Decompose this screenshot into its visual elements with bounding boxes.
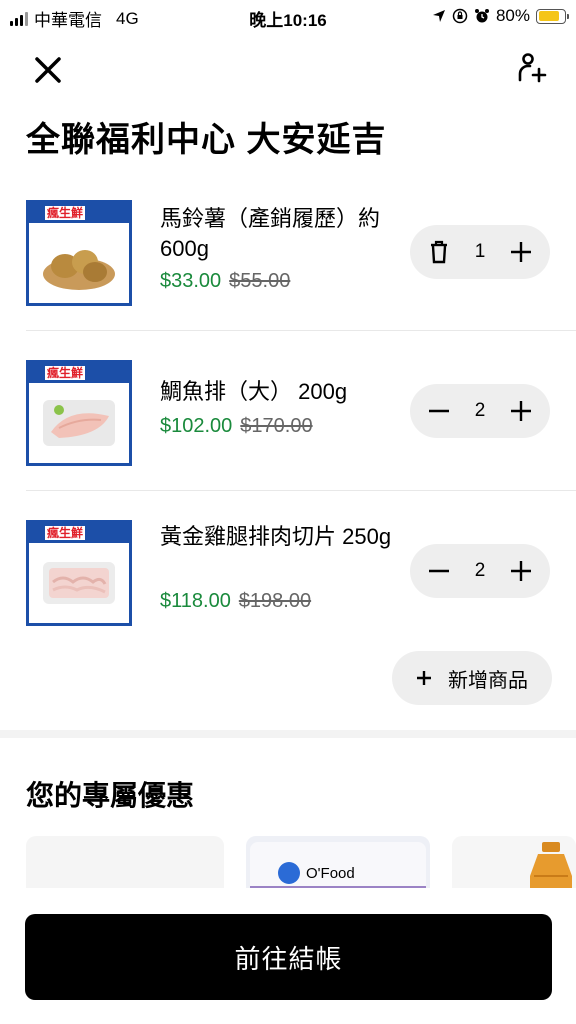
original-price: $55.00: [229, 270, 291, 292]
section-separator: [0, 730, 576, 738]
add-user-button[interactable]: [514, 50, 550, 86]
alarm-icon: [474, 9, 489, 23]
sale-price: $102.00: [160, 415, 233, 437]
item-name: 馬鈴薯（產銷履歷）約600g: [160, 206, 381, 261]
product-image[interactable]: 瘋生鮮: [26, 200, 132, 306]
close-icon: [35, 57, 61, 83]
sale-price: $33.00: [160, 270, 222, 292]
promo-badge: 瘋生鮮: [29, 523, 129, 543]
original-price: $170.00: [240, 415, 313, 437]
increase-button[interactable]: [506, 237, 536, 267]
item-price-row: $118.00 $198.00: [160, 590, 311, 613]
trash-icon: [431, 240, 447, 264]
add-item-label: 新增商品: [448, 669, 528, 692]
promo-badge: 瘋生鮮: [29, 203, 129, 223]
offers-title: 您的專屬優惠: [26, 780, 195, 811]
sale-price: $118.00: [160, 590, 231, 612]
battery-percent: 80%: [495, 6, 530, 25]
chicken-image: [43, 562, 115, 604]
promo-badge: 瘋生鮮: [29, 363, 129, 383]
potato-image: [43, 250, 115, 290]
divider: [26, 490, 576, 491]
delete-button[interactable]: [424, 237, 454, 267]
plus-icon: [510, 561, 531, 581]
increase-button[interactable]: [506, 556, 536, 586]
item-price-row: $102.00 $170.00: [160, 415, 313, 438]
ofood-logo-icon: [278, 862, 300, 884]
close-button[interactable]: [30, 52, 66, 88]
location-icon: [432, 10, 445, 22]
add-user-icon: [518, 53, 547, 83]
decrease-button[interactable]: [424, 556, 454, 586]
brand-logo: O'Food: [278, 862, 355, 884]
minus-icon: [429, 569, 449, 573]
cart-item: 瘋生鮮 黃金雞腿排肉切片 250g $118.00 $198.00 2: [0, 500, 576, 660]
divider: [26, 330, 576, 331]
item-name: 鯛魚排（大） 200g: [160, 379, 348, 404]
plus-icon: [417, 671, 431, 685]
quantity-stepper: 2: [410, 384, 550, 438]
quantity-value: 2: [474, 400, 486, 421]
checkout-button[interactable]: 前往結帳: [25, 914, 552, 1000]
original-price: $198.00: [238, 590, 312, 612]
increase-button[interactable]: [506, 396, 536, 426]
checkout-label: 前往結帳: [234, 943, 343, 974]
plus-icon: [510, 242, 531, 262]
quantity-stepper: 1: [410, 225, 550, 279]
fish-fillet-image: [43, 400, 115, 446]
rotation-lock-icon: [452, 8, 468, 24]
quantity-stepper: 2: [410, 544, 550, 598]
item-name: 黃金雞腿排肉切片 250g: [160, 524, 392, 549]
item-price-row: $33.00 $55.00: [160, 270, 290, 293]
status-right: 80%: [432, 6, 569, 26]
store-title: 全聯福利中心 大安延吉: [26, 121, 387, 159]
product-image[interactable]: 瘋生鮮: [26, 520, 132, 626]
quantity-value: 2: [474, 560, 486, 581]
minus-icon: [429, 409, 449, 413]
add-item-button[interactable]: 新增商品: [392, 651, 552, 705]
cart-item: 瘋生鮮 馬鈴薯（產銷履歷）約600g $33.00 $55.00 1: [0, 180, 576, 340]
plus-icon: [510, 401, 531, 421]
cart-item: 瘋生鮮 鯛魚排（大） 200g $102.00 $170.00 2: [0, 340, 576, 500]
decrease-button[interactable]: [424, 396, 454, 426]
battery-icon: [536, 8, 569, 24]
status-bar: 中華電信 4G 晚上10:16 80%: [0, 0, 576, 34]
product-image[interactable]: 瘋生鮮: [26, 360, 132, 466]
quantity-value: 1: [474, 241, 486, 262]
